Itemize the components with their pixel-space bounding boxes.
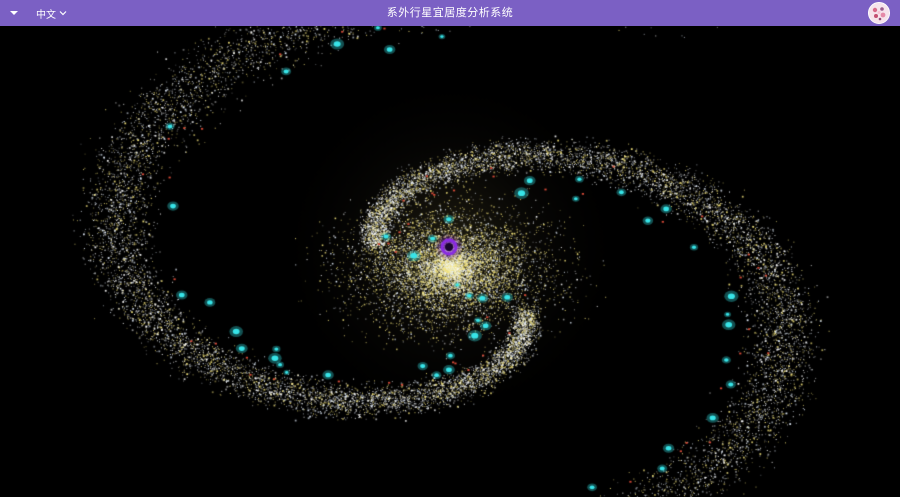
top-navigation-bar: 中文 系外行星宜居度分析系统 <box>0 0 900 26</box>
galaxy-canvas[interactable] <box>0 26 900 497</box>
user-avatar[interactable] <box>868 2 890 24</box>
page-title: 系外行星宜居度分析系统 <box>386 6 514 19</box>
menu-toggle-button[interactable] <box>6 5 22 21</box>
chevron-down-icon <box>59 11 67 16</box>
language-selector[interactable]: 中文 <box>36 5 67 21</box>
caret-down-icon <box>10 11 18 15</box>
avatar-image-icon <box>869 3 889 23</box>
language-label: 中文 <box>36 9 56 21</box>
galaxy-3d-viewport[interactable] <box>0 26 900 497</box>
